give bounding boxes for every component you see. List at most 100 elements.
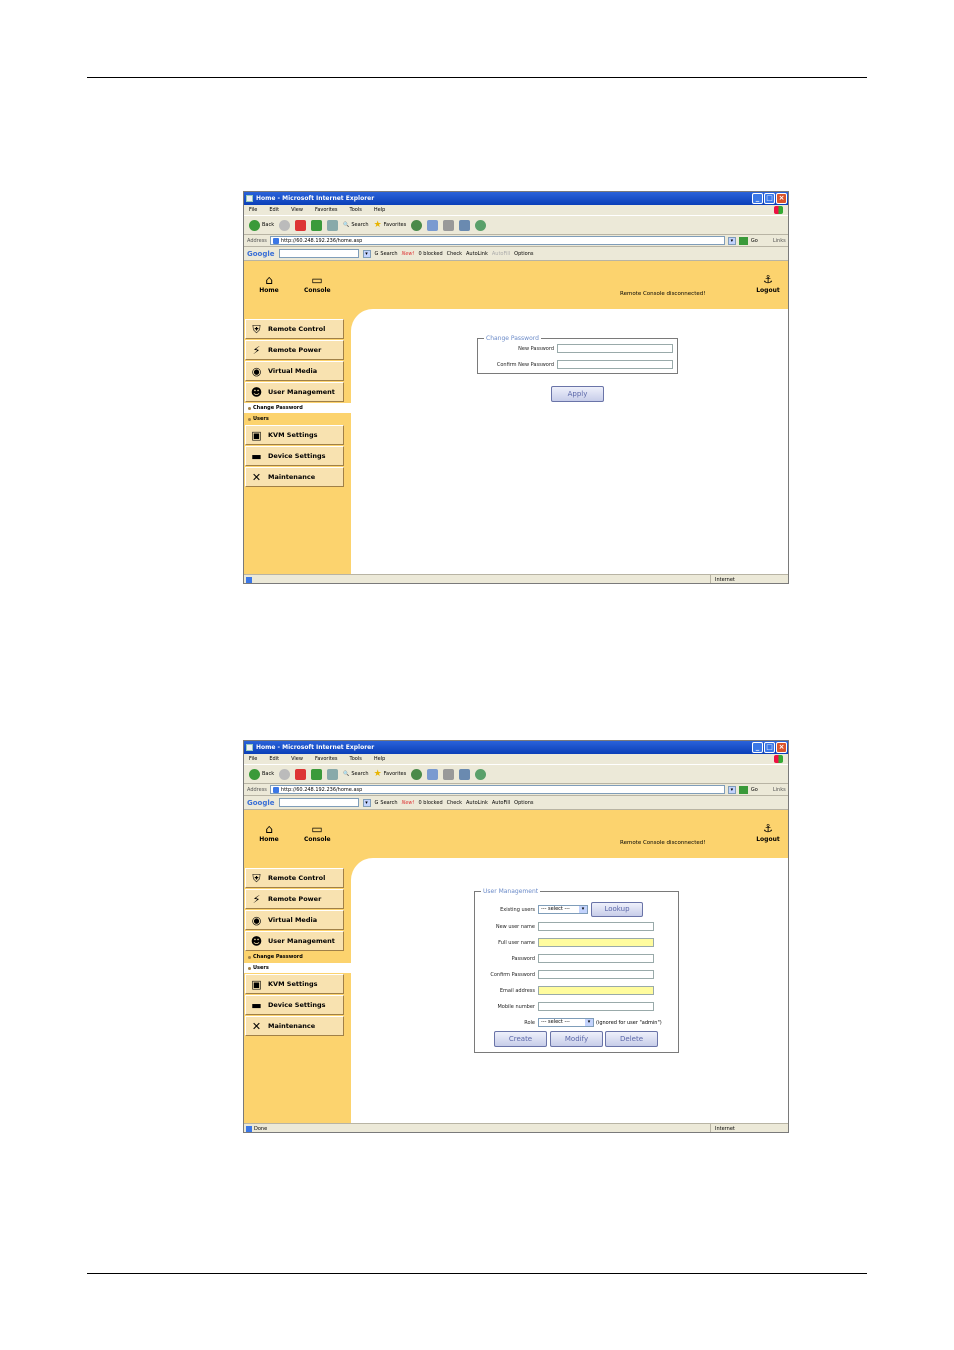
menu-file[interactable]: File [249,205,257,215]
autofill-button[interactable]: AutoFill [492,800,510,806]
address-input[interactable]: http://60.248.192.236/home.asp [269,236,725,245]
menu-file[interactable]: File [249,754,257,764]
menu-kvm-settings[interactable]: ▣ KVM Settings [245,974,344,994]
home-icon[interactable] [327,219,339,231]
search-button[interactable]: 🔍 Search [343,771,368,777]
lookup-button[interactable]: Lookup [591,902,643,917]
google-search-button[interactable]: G Search [375,251,398,257]
popup-blocker-button[interactable]: 0 blocked [419,251,443,257]
google-search-input[interactable] [278,249,359,258]
nav-home[interactable]: ⌂ Home [256,822,282,843]
links-button[interactable]: Links [773,238,786,244]
password-field[interactable] [538,954,654,963]
menu-user-management[interactable]: ☻ User Management [245,931,344,951]
go-button[interactable]: Go [751,787,758,793]
options-button[interactable]: Options [514,800,533,806]
menu-favorites[interactable]: Favorites [315,754,338,764]
forward-arrow-icon[interactable] [279,768,291,780]
mail-icon[interactable] [427,768,439,780]
delete-button[interactable]: Delete [605,1031,658,1047]
menu-virtual-media[interactable]: ◉ Virtual Media [245,361,344,381]
menu-user-management[interactable]: ☻ User Management [245,382,344,402]
nav-logout[interactable]: ⚓ Logout [752,273,784,294]
menu-maintenance[interactable]: ✕ Maintenance [245,467,344,487]
back-button[interactable]: Back [249,219,274,231]
history-icon[interactable] [411,219,423,231]
refresh-icon[interactable] [311,219,323,231]
modify-button[interactable]: Modify [550,1031,603,1047]
mobile-number-field[interactable] [538,1002,654,1011]
chevron-down-icon[interactable]: ▾ [727,236,736,245]
spellcheck-button[interactable]: Check [447,251,462,257]
address-input[interactable]: http://60.248.192.236/home.asp [269,785,725,794]
go-button[interactable]: Go [751,238,758,244]
edit-icon[interactable] [459,768,471,780]
autofill-button[interactable]: AutoFill [492,251,510,257]
maximize-icon[interactable]: □ [764,742,775,753]
google-search-button[interactable]: G Search [375,800,398,806]
stop-icon[interactable] [295,219,307,231]
messenger-icon[interactable] [475,219,487,231]
print-icon[interactable] [443,219,455,231]
refresh-icon[interactable] [311,768,323,780]
menu-device-settings[interactable]: ▬ Device Settings [245,995,344,1015]
submenu-users[interactable]: Users [244,963,351,973]
create-button[interactable]: Create [494,1031,547,1047]
menu-maintenance[interactable]: ✕ Maintenance [245,1016,344,1036]
home-icon[interactable] [327,768,339,780]
apply-button[interactable]: Apply [551,386,604,402]
menu-view[interactable]: View [291,205,303,215]
menu-remote-power[interactable]: ⚡ Remote Power [245,889,344,909]
close-icon[interactable]: × [776,742,787,753]
full-user-name-field[interactable] [538,938,654,947]
nav-console[interactable]: ▭ Console [304,273,331,294]
autolink-button[interactable]: AutoLink [466,251,488,257]
new-user-name-field[interactable] [538,922,654,931]
back-button[interactable]: Back [249,768,274,780]
menu-view[interactable]: View [291,754,303,764]
new-badge[interactable]: New! [402,251,415,257]
menu-favorites[interactable]: Favorites [315,205,338,215]
menu-remote-control[interactable]: ⛨ Remote Control [245,319,344,339]
menu-tools[interactable]: Tools [350,754,362,764]
go-arrow-icon[interactable] [738,785,748,794]
print-icon[interactable] [443,768,455,780]
nav-logout[interactable]: ⚓ Logout [752,822,784,843]
popup-blocker-button[interactable]: 0 blocked [419,800,443,806]
spellcheck-button[interactable]: Check [447,800,462,806]
menu-device-settings[interactable]: ▬ Device Settings [245,446,344,466]
nav-console[interactable]: ▭ Console [304,822,331,843]
menu-virtual-media[interactable]: ◉ Virtual Media [245,910,344,930]
close-icon[interactable]: × [776,193,787,204]
links-button[interactable]: Links [773,787,786,793]
menu-help[interactable]: Help [374,205,385,215]
maximize-icon[interactable]: □ [764,193,775,204]
menu-kvm-settings[interactable]: ▣ KVM Settings [245,425,344,445]
mail-icon[interactable] [427,219,439,231]
history-icon[interactable] [411,768,423,780]
favorites-button[interactable]: ★ Favorites [374,220,407,230]
role-select[interactable]: --- select --- [538,1018,594,1027]
confirm-password-field[interactable] [538,970,654,979]
minimize-icon[interactable]: _ [752,742,763,753]
confirm-new-password-field[interactable] [557,360,673,369]
messenger-icon[interactable] [475,768,487,780]
chevron-down-icon[interactable]: ▾ [727,785,736,794]
forward-arrow-icon[interactable] [279,219,291,231]
existing-users-select[interactable]: --- select --- [538,905,588,914]
google-search-input[interactable] [278,798,359,807]
email-address-field[interactable] [538,986,654,995]
new-password-field[interactable] [557,344,673,353]
search-button[interactable]: 🔍 Search [343,222,368,228]
edit-icon[interactable] [459,219,471,231]
chevron-down-icon[interactable]: ▾ [362,798,371,807]
submenu-change-password[interactable]: Change Password [244,952,351,962]
favorites-button[interactable]: ★ Favorites [374,769,407,779]
new-badge[interactable]: New! [402,800,415,806]
stop-icon[interactable] [295,768,307,780]
menu-help[interactable]: Help [374,754,385,764]
submenu-users[interactable]: Users [244,414,351,424]
menu-remote-power[interactable]: ⚡ Remote Power [245,340,344,360]
menu-edit[interactable]: Edit [269,205,279,215]
minimize-icon[interactable]: _ [752,193,763,204]
